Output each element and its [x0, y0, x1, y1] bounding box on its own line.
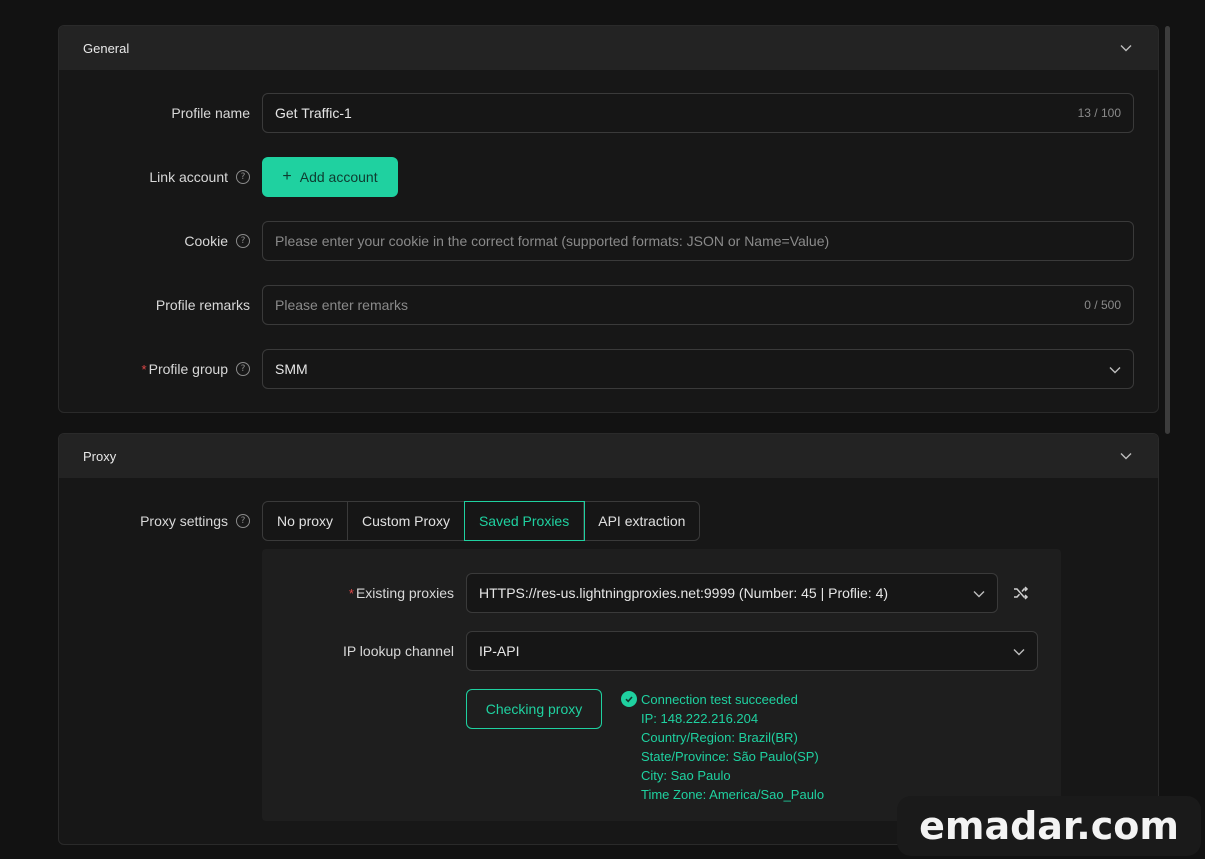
cookie-placeholder: Please enter your cookie in the correct …	[275, 233, 830, 249]
profile-name-value: Get Traffic-1	[275, 105, 352, 121]
profile-name-label: Profile name	[171, 105, 250, 121]
profile-group-label: Profile group	[148, 361, 228, 377]
required-marker: *	[141, 362, 147, 377]
scrollbar[interactable]	[1165, 26, 1170, 434]
ip-lookup-select[interactable]: IP-API	[466, 631, 1038, 671]
profile-group-select[interactable]: SMM	[262, 349, 1134, 389]
chevron-down-icon	[1109, 361, 1121, 377]
general-panel-title: General	[83, 40, 130, 56]
chevron-down-icon[interactable]	[1118, 448, 1134, 464]
chevron-down-icon	[973, 585, 985, 601]
cookie-label-group: Cookie ?	[184, 233, 250, 249]
link-account-label-group: Link account ?	[149, 169, 250, 185]
general-panel-header[interactable]: General	[59, 26, 1158, 70]
watermark-logo: emadar.com	[897, 796, 1201, 856]
required-marker: *	[348, 586, 354, 601]
cookie-input[interactable]: Please enter your cookie in the correct …	[262, 221, 1134, 261]
help-icon[interactable]: ?	[236, 514, 250, 528]
result-ip: IP: 148.222.216.204	[641, 711, 759, 726]
profile-name-input[interactable]: Get Traffic-1 13 / 100	[262, 93, 1134, 133]
tab-saved-proxies[interactable]: Saved Proxies	[463, 501, 586, 541]
profile-group-value: SMM	[275, 361, 308, 377]
ip-lookup-label: IP lookup channel	[342, 643, 454, 659]
remarks-placeholder: Please enter remarks	[275, 297, 409, 313]
shuffle-icon[interactable]	[1012, 584, 1030, 602]
ip-lookup-value: IP-API	[479, 643, 520, 659]
result-timezone: Time Zone: America/Sao_Paulo	[641, 787, 825, 802]
connection-status: Connection test succeeded	[641, 692, 798, 707]
remarks-input[interactable]: Please enter remarks 0 / 500	[262, 285, 1134, 325]
proxy-panel-title: Proxy	[83, 448, 117, 464]
add-account-button[interactable]: + Add account	[262, 157, 398, 197]
existing-proxies-select[interactable]: HTTPS://res-us.lightningproxies.net:9999…	[466, 573, 998, 613]
connection-result: Connection test succeeded IP: 148.222.21…	[641, 690, 824, 804]
help-icon[interactable]: ?	[236, 234, 250, 248]
proxy-settings-label: Proxy settings	[140, 513, 228, 529]
checking-proxy-button[interactable]: Checking proxy	[466, 689, 602, 729]
tab-api-extraction[interactable]: API extraction	[584, 502, 700, 540]
chevron-down-icon	[1013, 643, 1025, 659]
plus-icon: +	[282, 168, 292, 185]
help-icon[interactable]: ?	[236, 170, 250, 184]
result-country: Country/Region: Brazil(BR)	[641, 730, 798, 745]
remarks-label: Profile remarks	[155, 297, 250, 313]
link-account-label: Link account	[149, 169, 228, 185]
existing-proxies-label: Existing proxies	[355, 585, 454, 601]
remarks-counter: 0 / 500	[1084, 298, 1121, 312]
tab-no-proxy[interactable]: No proxy	[263, 502, 349, 540]
profile-name-counter: 13 / 100	[1077, 106, 1121, 120]
result-state: State/Province: São Paulo(SP)	[641, 749, 819, 764]
add-account-label: Add account	[299, 169, 378, 185]
tab-custom-proxy[interactable]: Custom Proxy	[348, 502, 465, 540]
profile-group-label-group: * Profile group ?	[142, 361, 250, 377]
proxy-settings-label-group: Proxy settings ?	[140, 513, 250, 529]
chevron-down-icon[interactable]	[1118, 40, 1134, 56]
existing-proxies-value: HTTPS://res-us.lightningproxies.net:9999…	[479, 585, 889, 601]
proxy-panel-header[interactable]: Proxy	[59, 434, 1158, 478]
proxy-settings-tabs: No proxy Custom Proxy Saved Proxies API …	[262, 501, 701, 541]
check-circle-icon	[621, 691, 637, 707]
result-city: City: Sao Paulo	[641, 768, 731, 783]
cookie-label: Cookie	[184, 233, 228, 249]
help-icon[interactable]: ?	[236, 362, 250, 376]
existing-proxies-label-group: * Existing proxies	[349, 585, 454, 601]
